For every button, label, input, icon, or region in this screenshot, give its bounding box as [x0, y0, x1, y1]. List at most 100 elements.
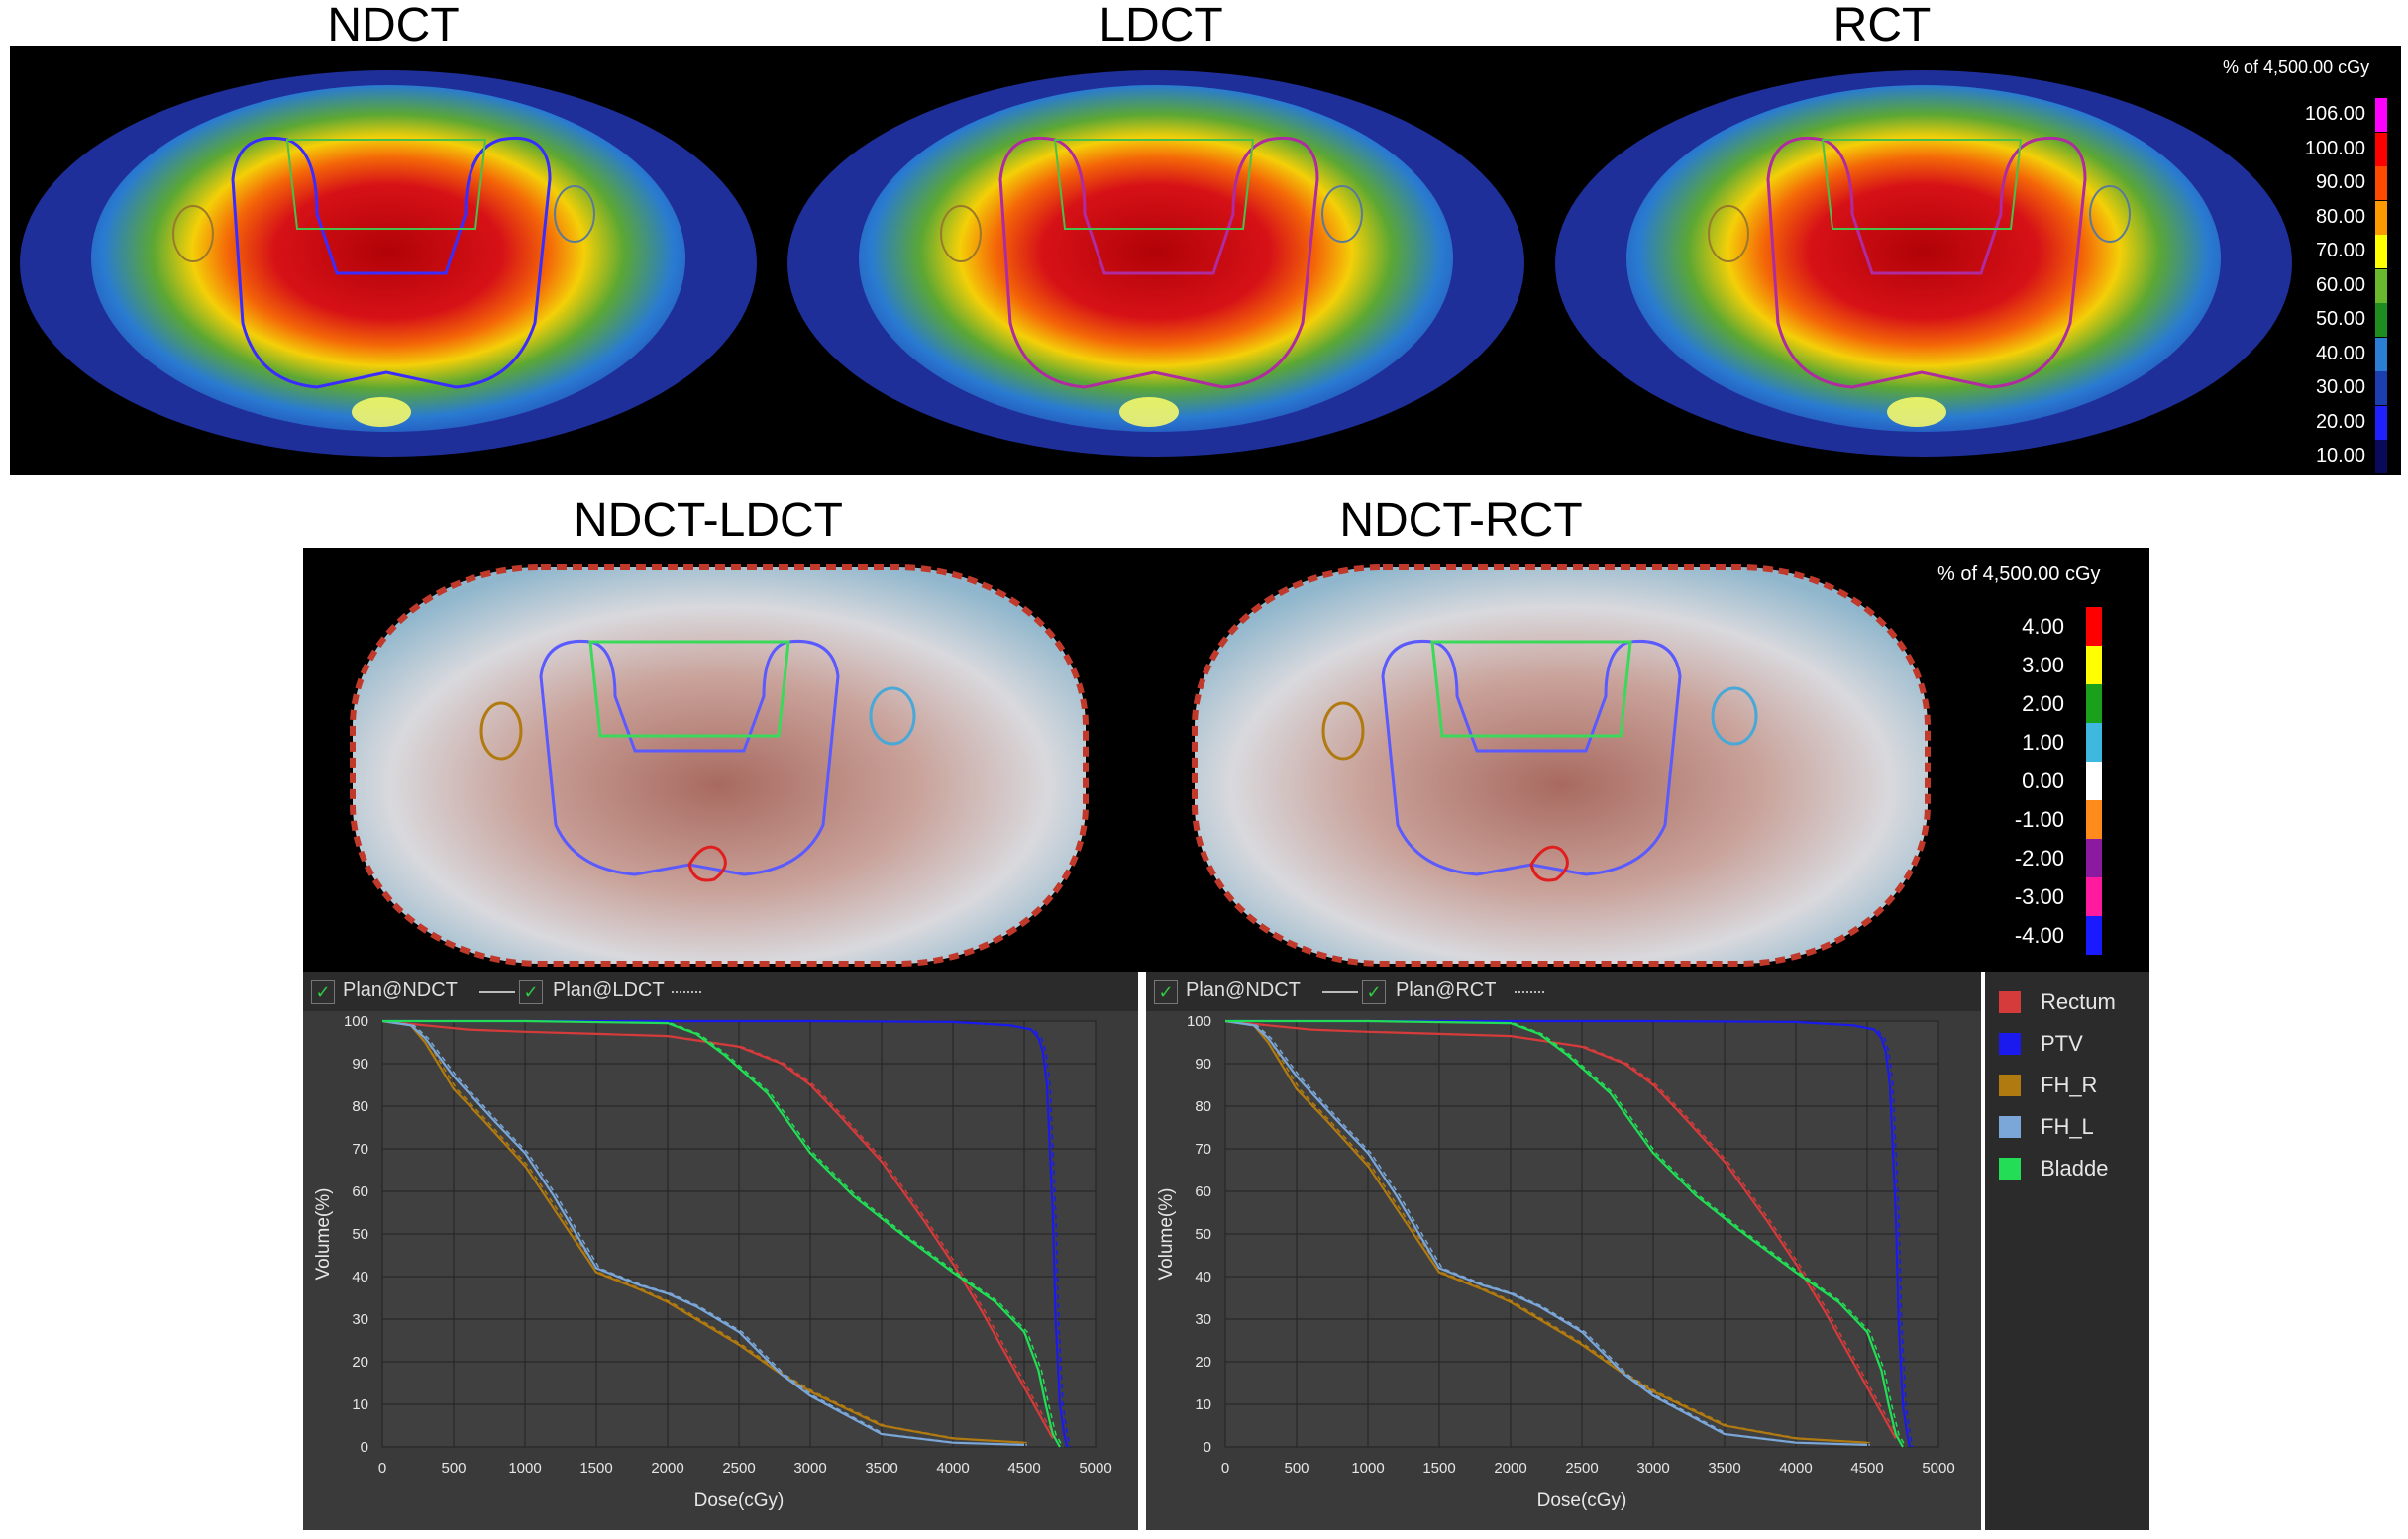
legend-label: Bladde [2041, 1156, 2109, 1180]
diff-colorbar-header: % of 4,500.00 cGy [1937, 564, 2101, 585]
legend-label: Rectum [2041, 989, 2116, 1014]
colorbar-tick-label: 70.00 [2315, 240, 2365, 261]
colorbar-tick-label: 40.00 [2315, 342, 2365, 364]
legend-label: PTV [2041, 1031, 2083, 1056]
x-tick-label: 0 [378, 1460, 386, 1477]
plan2-checkbox[interactable]: ✓ [1362, 980, 1386, 1004]
y-tick-label: 80 [1195, 1098, 1211, 1115]
colorbar-swatch [2375, 405, 2387, 440]
x-tick-label: 4500 [1850, 1460, 1883, 1477]
dose-colorbar-header: % of 4,500.00 cGy [2223, 57, 2370, 77]
colorbar-swatch [2375, 98, 2387, 132]
plan2-label: Plan@LDCT [553, 979, 665, 1001]
dvh-panel-left: ✓ Plan@NDCT ✓ Plan@LDCT 0 500 1000 1500 2000… [303, 972, 1138, 1530]
x-tick-label: 3000 [1636, 1460, 1669, 1477]
dvh-panel-right: ✓ Plan@NDCT ✓ Plan@RCT 0 500 1000 1500 2000 2… [1146, 972, 1981, 1530]
colorbar-tick-label: 106.00 [2304, 103, 2365, 125]
colorbar-tick-label: 2.00 [2022, 691, 2064, 716]
title-ndct: NDCT [327, 0, 460, 51]
y-tick-label: 70 [352, 1141, 368, 1158]
y-tick-label: 20 [352, 1354, 368, 1371]
dvh-chart-right: 0 500 1000 1500 2000 2500 3000 3500 4000 4500 5000… [1156, 1013, 1955, 1511]
y-tick-label: 90 [352, 1056, 368, 1073]
dvh-chart-left: 0 500 1000 1500 2000 2500 3000 3500 4000 4500 5000… [313, 1013, 1112, 1511]
colorbar-tick-label: 3.00 [2022, 653, 2064, 677]
title-rct: RCT [1832, 0, 1932, 51]
y-tick-label: 50 [352, 1226, 368, 1243]
x-axis-label: Dose(cGy) [1537, 1490, 1627, 1511]
y-tick-label: 20 [1195, 1354, 1211, 1371]
colorbar-swatch [2086, 915, 2102, 955]
dvh-legend: Rectum PTV FH_R FH_L Bladde [1985, 972, 2149, 1530]
x-tick-label: 500 [1284, 1460, 1309, 1477]
colorbar-tick-label: -2.00 [2014, 846, 2064, 871]
solid-line-swatch [1322, 991, 1358, 993]
colorbar-swatch [2375, 268, 2387, 303]
dashed-line-swatch [1515, 991, 1544, 993]
y-tick-label: 10 [352, 1396, 368, 1413]
y-tick-label: 10 [1195, 1396, 1211, 1413]
x-tick-label: 5000 [1922, 1460, 1954, 1477]
y-tick-label: 80 [352, 1098, 368, 1115]
colorbar-swatch [2375, 166, 2387, 200]
plan1-checkbox[interactable]: ✓ [311, 980, 335, 1004]
y-tick-label: 60 [352, 1183, 368, 1200]
title-ndct-ldct: NDCT-LDCT [574, 494, 843, 547]
x-tick-label: 3500 [1708, 1460, 1740, 1477]
dose-maps-svg [20, 70, 2292, 457]
colorbar-swatch [2375, 132, 2387, 166]
legend-swatch [1999, 1075, 2021, 1096]
dose-map-strip: % of 4,500.00 cGy 106.00 100.00 90.00 80.00… [10, 46, 2401, 475]
x-tick-label: 1000 [508, 1460, 541, 1477]
colorbar-tick-label: 90.00 [2315, 171, 2365, 193]
dvh-header-right: ✓ Plan@NDCT ✓ Plan@RCT [1146, 972, 1981, 1011]
colorbar-tick-label: 20.00 [2315, 410, 2365, 433]
colorbar-tick-label: 0.00 [2022, 769, 2064, 793]
colorbar-tick-label: 100.00 [2304, 137, 2365, 159]
legend-swatch [1999, 1116, 2021, 1138]
y-tick-label: 40 [1195, 1269, 1211, 1285]
colorbar-tick-label: 30.00 [2315, 376, 2365, 398]
colorbar-swatch [2086, 761, 2102, 800]
x-tick-label: 3500 [865, 1460, 897, 1477]
x-tick-label: 1000 [1351, 1460, 1384, 1477]
y-tick-label: 40 [352, 1269, 368, 1285]
colorbar-swatch [2086, 606, 2102, 646]
colorbar-swatch [2375, 200, 2387, 235]
x-tick-label: 3000 [793, 1460, 826, 1477]
plan2-checkbox[interactable]: ✓ [519, 980, 543, 1004]
colorbar-swatch [2375, 440, 2387, 473]
dose-map-rct [1555, 70, 2292, 457]
colorbar-swatch [2375, 337, 2387, 371]
plan1-checkbox[interactable]: ✓ [1154, 980, 1178, 1004]
colorbar-swatch [2375, 371, 2387, 405]
colorbar-tick-label: -1.00 [2014, 807, 2064, 832]
colorbar-tick-label: 4.00 [2022, 614, 2064, 639]
y-tick-label: 70 [1195, 1141, 1211, 1158]
plan1-label: Plan@NDCT [343, 979, 458, 1001]
y-tick-label: 60 [1195, 1183, 1211, 1200]
title-ldct: LDCT [1099, 0, 1223, 51]
colorbar-swatch [2086, 876, 2102, 916]
diff-map-ndct-ldct [350, 564, 1089, 967]
y-tick-label: 50 [1195, 1226, 1211, 1243]
plan2-label: Plan@RCT [1396, 979, 1497, 1001]
y-tick-label: 100 [344, 1013, 368, 1030]
y-tick-label: 90 [1195, 1056, 1211, 1073]
x-tick-label: 4500 [1007, 1460, 1040, 1477]
y-tick-label: 30 [352, 1311, 368, 1328]
colorbar-tick-label: 60.00 [2315, 273, 2365, 296]
x-tick-label: 4000 [1779, 1460, 1812, 1477]
x-tick-label: 2500 [722, 1460, 755, 1477]
solid-line-swatch [479, 991, 515, 993]
legend-label: FH_R [2041, 1073, 2098, 1097]
dvh-header-left: ✓ Plan@NDCT ✓ Plan@LDCT [303, 972, 1138, 1011]
colorbar-swatch [2086, 722, 2102, 762]
colorbar-tick-label: -4.00 [2014, 923, 2064, 948]
colorbar-swatch [2086, 799, 2102, 839]
colorbar-swatch [2086, 683, 2102, 723]
legend-swatch [1999, 1033, 2021, 1055]
colorbar-tick-label: 10.00 [2315, 445, 2365, 466]
colorbar-swatch [2375, 235, 2387, 268]
x-tick-label: 2000 [1494, 1460, 1526, 1477]
